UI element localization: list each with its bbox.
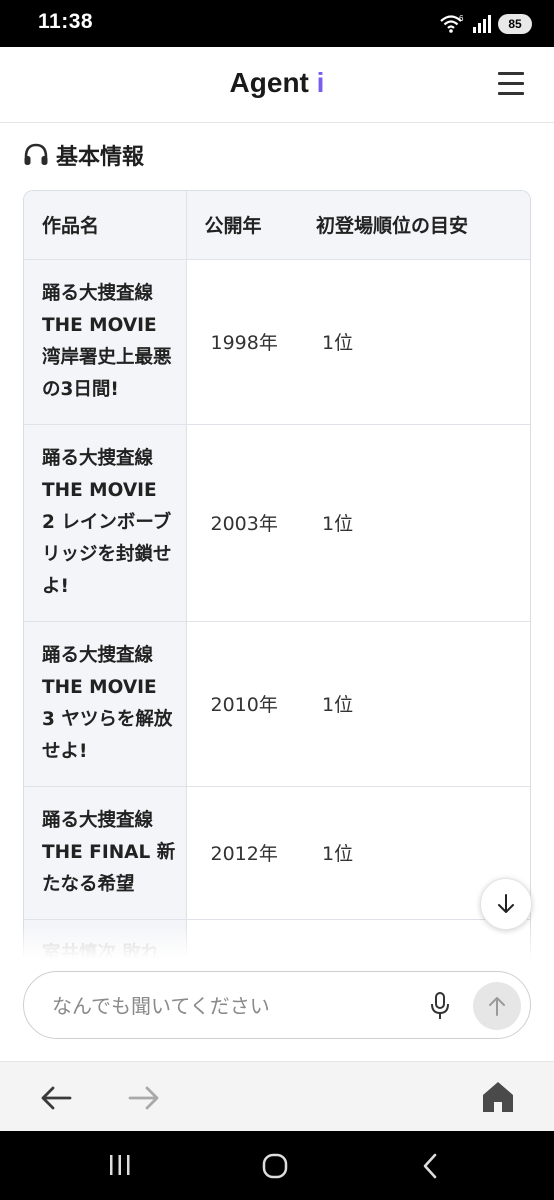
app-header: Agent i	[0, 47, 554, 123]
row-title: 踊る大捜査線 THE FINAL 新たなる希望	[24, 786, 187, 920]
menu-icon[interactable]	[498, 72, 524, 96]
row-title-partial: 室井慎次 敗れ	[24, 919, 187, 960]
headphones-icon	[24, 143, 48, 165]
status-bar: 11:38 6 85	[0, 0, 554, 47]
home-button[interactable]	[480, 1079, 516, 1115]
arrow-up-icon	[489, 997, 505, 1016]
recent-apps-button[interactable]	[106, 1151, 134, 1179]
circle-home-icon	[262, 1153, 288, 1179]
system-nav-bar	[0, 1131, 554, 1200]
mic-button[interactable]	[426, 990, 454, 1022]
chat-input-bar	[23, 971, 531, 1039]
chevron-left-icon	[423, 1153, 437, 1179]
table-row: 踊る大捜査線 THE MOVIE 3 ヤツらを解放せよ! 2010年 1位	[24, 621, 530, 787]
signal-icon	[473, 15, 491, 33]
forward-button[interactable]	[126, 1080, 162, 1116]
row-rank: 1位	[298, 424, 530, 622]
table-row: 踊る大捜査線 THE FINAL 新たなる希望 2012年 1位	[24, 786, 530, 920]
header-title: 作品名	[24, 191, 187, 260]
row-title: 踊る大捜査線 THE MOVIE 3 ヤツらを解放せよ!	[24, 621, 187, 787]
section-heading: 基本情報	[22, 139, 144, 171]
section-title: 基本情報	[56, 145, 145, 170]
row-year: 2003年	[186, 424, 298, 622]
system-back-button[interactable]	[418, 1151, 442, 1181]
row-title: 踊る大捜査線 THE MOVIE 2 レインボーブリッジを封鎖せよ!	[24, 424, 187, 622]
scroll-down-button[interactable]	[480, 878, 532, 930]
home-icon	[483, 1082, 513, 1112]
row-rank: 1位	[298, 259, 530, 425]
info-table: 作品名 公開年 初登場順位の目安 踊る大捜査線 THE MOVIE 湾岸署史上最…	[23, 190, 531, 960]
row-year: 2012年	[186, 786, 298, 920]
browser-nav-bar	[0, 1061, 554, 1131]
header-rank: 初登場順位の目安	[298, 191, 530, 260]
status-time: 11:38	[38, 10, 94, 33]
brand-accent: i	[316, 67, 325, 98]
brand-name: Agent	[229, 67, 309, 98]
microphone-icon	[431, 992, 449, 1019]
back-button[interactable]	[38, 1080, 74, 1116]
row-year: 2010年	[186, 621, 298, 787]
table-row: 踊る大捜査線 THE MOVIE 2 レインボーブリッジを封鎖せよ! 2003年…	[24, 424, 530, 622]
wifi-icon: 6	[440, 14, 464, 33]
arrow-down-icon	[498, 894, 514, 913]
table-row: 踊る大捜査線 THE MOVIE 湾岸署史上最悪の3日間! 1998年 1位	[24, 259, 530, 425]
table-row-partial: 室井慎次 敗れ	[24, 919, 530, 960]
arrow-right-icon	[128, 1086, 159, 1110]
send-button[interactable]	[473, 982, 521, 1030]
system-home-button[interactable]	[260, 1151, 290, 1181]
row-title: 踊る大捜査線 THE MOVIE 湾岸署史上最悪の3日間!	[24, 259, 187, 425]
row-rank: 1位	[298, 621, 530, 787]
header-year: 公開年	[186, 191, 298, 260]
row-year: 1998年	[186, 259, 298, 425]
chat-input[interactable]	[52, 990, 392, 1022]
status-icons: 6 85	[440, 13, 532, 35]
arrow-left-icon	[41, 1086, 72, 1110]
battery-indicator: 85	[498, 14, 532, 34]
table-header-row: 作品名 公開年 初登場順位の目安	[24, 191, 530, 260]
recents-icon	[110, 1155, 130, 1175]
network-badge: 6	[459, 14, 464, 23]
brand-logo[interactable]: Agent i	[0, 67, 554, 99]
